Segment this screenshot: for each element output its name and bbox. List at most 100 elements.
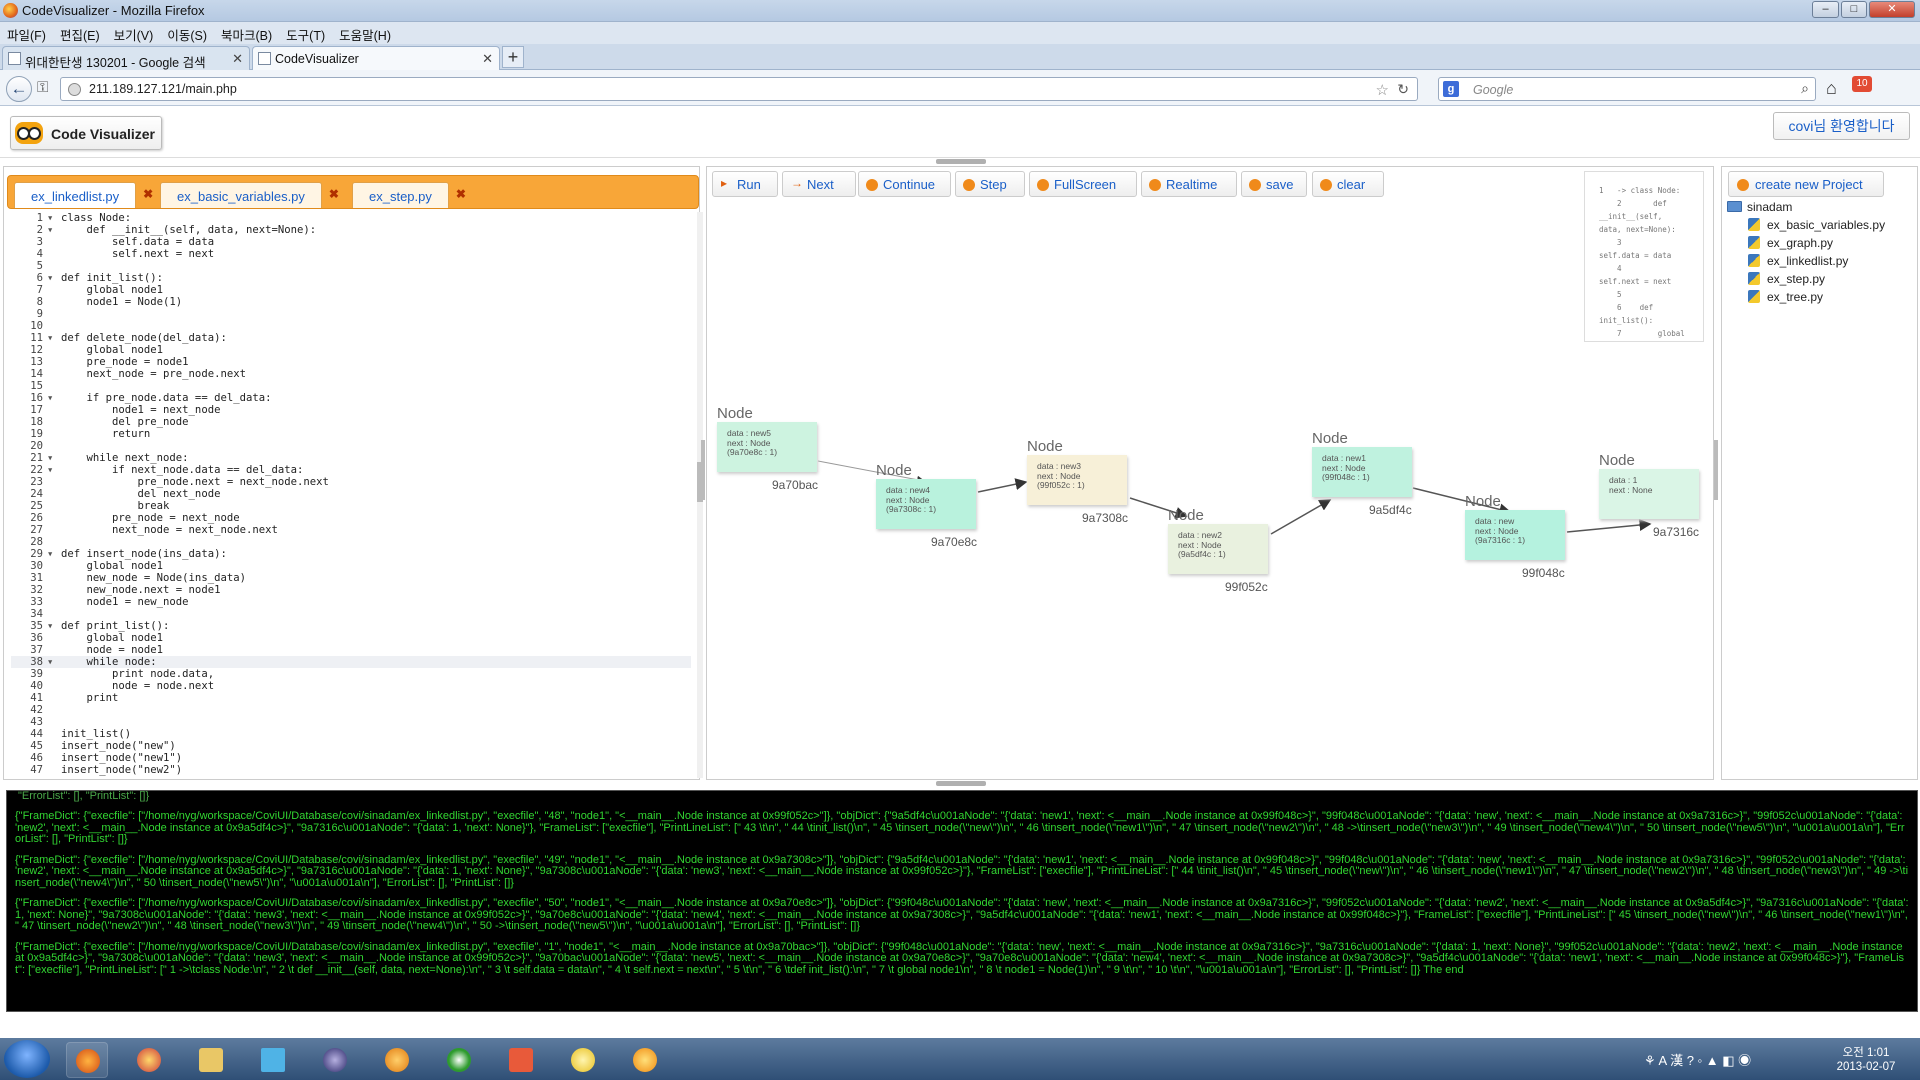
taskbar-app-icon[interactable] (500, 1042, 542, 1078)
taskbar-torrent-icon[interactable] (438, 1042, 480, 1078)
fold-toggle-icon[interactable]: ▾ (47, 620, 61, 632)
fold-toggle-icon[interactable]: ▾ (47, 392, 61, 404)
bookmark-star-icon[interactable]: ☆ (1376, 81, 1389, 99)
console-resize-handle[interactable] (936, 781, 986, 786)
code-line[interactable]: 26 pre_node = next_node (11, 512, 691, 524)
start-button[interactable] (4, 1040, 50, 1078)
code-line[interactable]: 27 next_node = next_node.next (11, 524, 691, 536)
code-line[interactable]: 9 (11, 308, 691, 320)
system-tray[interactable]: ⚘ A 漢 ? ◦ ▲ ◧ ◉ (1644, 1050, 1751, 1069)
code-line[interactable]: 23 pre_node.next = next_node.next (11, 476, 691, 488)
code-line[interactable]: 37 node = node1 (11, 644, 691, 656)
taskbar-app-icon[interactable] (624, 1042, 666, 1078)
site-identity-icon[interactable] (68, 83, 81, 96)
browser-tab-google[interactable]: 위대한탄생 130201 - Google 검색 ✕ (2, 46, 250, 70)
browser-tab-codevisualizer[interactable]: CodeVisualizer ✕ (252, 46, 500, 70)
code-line[interactable]: 14 next_node = pre_node.next (11, 368, 691, 380)
code-line[interactable]: 4 self.next = next (11, 248, 691, 260)
taskbar-eclipse-icon[interactable] (314, 1042, 356, 1078)
google-engine-icon[interactable]: g (1443, 81, 1459, 97)
code-line[interactable]: 3 self.data = data (11, 236, 691, 248)
fold-toggle-icon[interactable]: ▾ (47, 656, 61, 668)
maximize-icon[interactable]: □ (1841, 1, 1867, 18)
code-line[interactable]: 38 ▾ while node: (11, 656, 691, 668)
taskbar-media-icon[interactable] (252, 1042, 294, 1078)
node-5[interactable]: Node data : new next : Node (9a7316c : 1) … (1465, 493, 1565, 580)
visual-split-handle[interactable] (1714, 440, 1718, 500)
address-bar[interactable]: 211.189.127.121/main.php ☆ ↻ (60, 77, 1418, 101)
fold-toggle-icon[interactable]: ▾ (47, 452, 61, 464)
code-line[interactable]: 34 (11, 608, 691, 620)
vertical-resize-handle[interactable] (936, 159, 986, 164)
code-line[interactable]: 28 (11, 536, 691, 548)
search-box[interactable]: g Google ⌕ (1438, 77, 1816, 101)
app-logo[interactable]: Code Visualizer (10, 116, 162, 150)
node-6[interactable]: Node data : 1 next : None 9a7316c (1599, 452, 1699, 539)
close-file-tab-icon[interactable]: ✖ (143, 187, 153, 201)
code-line[interactable]: 7 global node1 (11, 284, 691, 296)
code-line[interactable]: 13 pre_node = node1 (11, 356, 691, 368)
code-line[interactable]: 6 ▾ def init_list(): (11, 272, 691, 284)
code-line[interactable]: 32 new_node.next = node1 (11, 584, 691, 596)
code-line[interactable]: 41 print (11, 692, 691, 704)
code-line[interactable]: 22 ▾ if next_node.data == del_data: (11, 464, 691, 476)
code-line[interactable]: 5 (11, 260, 691, 272)
code-line[interactable]: 20 (11, 440, 691, 452)
code-line[interactable]: 18 del pre_node (11, 416, 691, 428)
taskbar-firefox-icon[interactable] (66, 1042, 108, 1078)
code-line[interactable]: 24 del next_node (11, 488, 691, 500)
node-4[interactable]: Node data : new1 next : Node (99f048c : 1)… (1312, 430, 1412, 517)
file-tab-ex-step[interactable]: ex_step.py ✖ (352, 182, 466, 208)
taskbar-explorer-icon[interactable] (190, 1042, 232, 1078)
code-line[interactable]: 31 new_node = Node(ins_data) (11, 572, 691, 584)
fold-toggle-icon[interactable]: ▾ (47, 224, 61, 236)
notification-badge[interactable]: 10 (1852, 76, 1872, 92)
code-line[interactable]: 39 print node.data, (11, 668, 691, 680)
code-line[interactable]: 17 node1 = next_node (11, 404, 691, 416)
code-line[interactable]: 25 break (11, 500, 691, 512)
minimize-icon[interactable]: – (1812, 1, 1839, 18)
code-line[interactable]: 47 insert_node("new2") (11, 764, 691, 776)
code-line[interactable]: 8 node1 = Node(1) (11, 296, 691, 308)
code-line[interactable]: 15 (11, 380, 691, 392)
search-icon[interactable]: ⌕ (1801, 80, 1809, 97)
close-file-tab-icon[interactable]: ✖ (329, 187, 339, 201)
taskbar-messenger-icon[interactable] (562, 1042, 604, 1078)
node-2[interactable]: Node data : new3 next : Node (99f052c : 1)… (1027, 438, 1128, 525)
close-tab-icon[interactable]: ✕ (482, 51, 493, 67)
welcome-button[interactable]: covi님 환영합니다 (1773, 112, 1910, 140)
create-project-button[interactable]: create new Project (1728, 171, 1884, 197)
close-tab-icon[interactable]: ✕ (232, 51, 243, 67)
code-line[interactable]: 16 ▾ if pre_node.data == del_data: (11, 392, 691, 404)
node-1[interactable]: Node data : new4 next : Node (9a7308c : 1)… (876, 462, 977, 549)
taskbar-settings-icon[interactable] (376, 1042, 418, 1078)
close-icon[interactable]: ✕ (1869, 1, 1915, 18)
taskbar-app-icon[interactable] (128, 1042, 170, 1078)
file-tab-ex-basic-variables[interactable]: ex_basic_variables.py ✖ (160, 182, 339, 208)
fold-toggle-icon[interactable]: ▾ (47, 272, 61, 284)
new-tab-button[interactable]: + (502, 46, 524, 68)
code-line[interactable]: 1 ▾ class Node: (11, 212, 691, 224)
home-icon[interactable]: ⌂ (1826, 78, 1837, 99)
code-line[interactable]: 2 ▾ def __init__(self, data, next=None): (11, 224, 691, 236)
taskbar-clock[interactable]: 오전 1:01 2013-02-07 (1824, 1046, 1908, 1074)
code-line[interactable]: 30 global node1 (11, 560, 691, 572)
fold-toggle-icon[interactable]: ▾ (47, 548, 61, 560)
code-line[interactable]: 40 node = node.next (11, 680, 691, 692)
code-line[interactable]: 21 ▾ while next_node: (11, 452, 691, 464)
code-line[interactable]: 35 ▾ def print_list(): (11, 620, 691, 632)
code-line[interactable]: 42 (11, 704, 691, 716)
node-0[interactable]: Node data : new5 next : Node (9a70e8c : 1)… (717, 405, 818, 492)
node-3[interactable]: Node data : new2 next : Node (9a5df4c : 1)… (1168, 507, 1268, 594)
reload-icon[interactable]: ↻ (1397, 81, 1409, 98)
output-console[interactable]: {"FrameDict": {"execfile": ["/home/nyg/w… (6, 790, 1918, 1012)
code-line[interactable]: 33 node1 = new_node (11, 596, 691, 608)
code-line[interactable]: 12 global node1 (11, 344, 691, 356)
key-icon[interactable]: ⚿ (37, 79, 48, 96)
code-line[interactable]: 19 return (11, 428, 691, 440)
back-button[interactable]: ← (6, 76, 32, 102)
code-line[interactable]: 29 ▾ def insert_node(ins_data): (11, 548, 691, 560)
code-line[interactable]: 44 init_list() (11, 728, 691, 740)
code-line[interactable]: 45 insert_node("new") (11, 740, 691, 752)
code-line[interactable]: 11 ▾ def delete_node(del_data): (11, 332, 691, 344)
